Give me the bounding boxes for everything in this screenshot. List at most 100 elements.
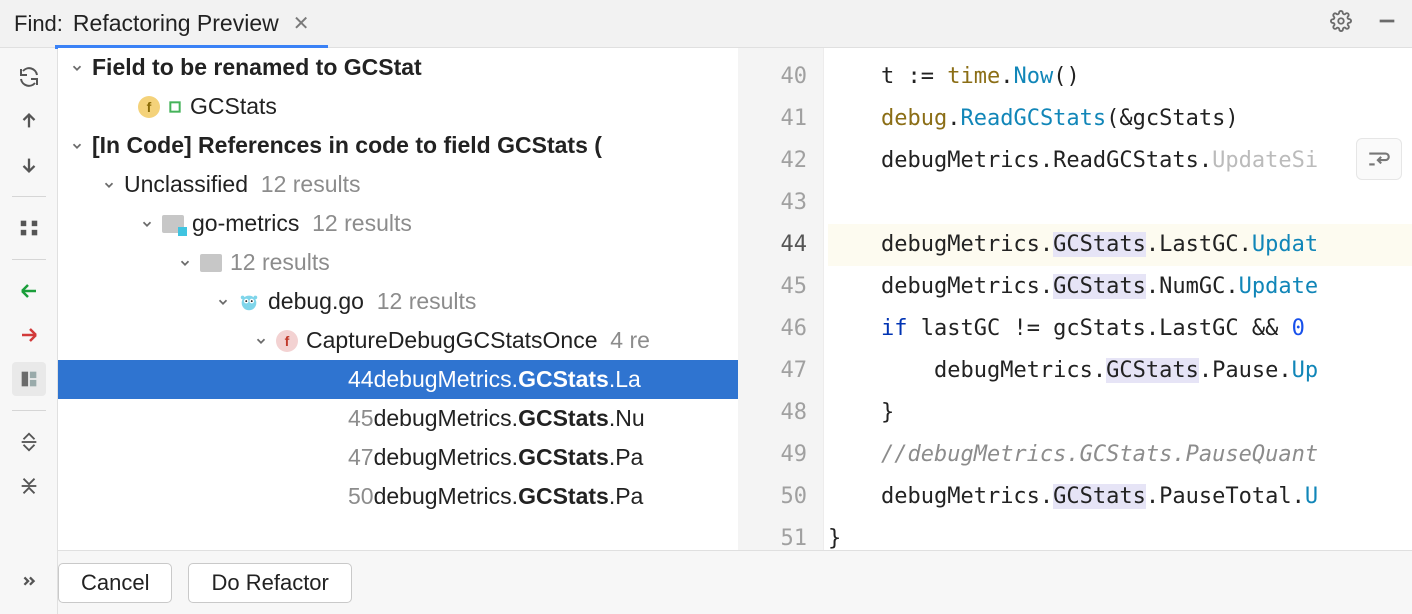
usage-grouping-icon[interactable] [12,211,46,245]
chevron-down-icon[interactable] [68,137,86,155]
result-count: 12 results [377,288,477,315]
chevron-down-icon[interactable] [68,59,86,77]
line-number: 46 [738,308,823,350]
usage-suffix: .Pa [609,483,644,510]
func-name: CaptureDebugGCStatsOnce [306,327,598,354]
module-icon [162,215,184,233]
gutter: 404142434445464748495051 [738,48,824,550]
line-number: 44 [738,224,823,266]
module-name: go-metrics [192,210,299,237]
file-name: debug.go [268,288,364,315]
do-refactor-button[interactable]: Do Refactor [188,563,351,603]
chevron-down-icon[interactable] [214,293,232,311]
line-number: 42 [738,140,823,182]
footer-bar: Cancel Do Refactor [0,550,1412,614]
soft-wrap-icon[interactable] [1356,138,1402,180]
find-label: Find: [14,11,63,37]
unclassified-label: Unclassified [124,171,248,198]
line-number: 50 [738,476,823,518]
result-count: 12 results [261,171,361,198]
code-line: if lastGC != gcStats.LastGC && 0 [828,308,1412,350]
minimize-icon[interactable] [1376,10,1398,38]
chevron-down-icon[interactable] [138,215,156,233]
code-line: //debugMetrics.GCStats.PauseQuant [828,434,1412,476]
tab-title: Refactoring Preview [73,10,279,37]
top-bar: Find: Refactoring Preview ✕ [0,0,1412,48]
preview-icon[interactable] [12,362,46,396]
usage-row[interactable]: 44 debugMetrics.GCStats.La [58,360,738,399]
usage-line-number: 44 [348,366,374,393]
usage-match: GCStats [518,405,609,432]
line-number: 48 [738,392,823,434]
tool-rail [0,48,58,550]
chevron-down-icon[interactable] [176,254,194,272]
chevron-down-icon[interactable] [252,332,270,350]
code-line: debugMetrics.ReadGCStats.UpdateSi [828,140,1412,182]
tree-module[interactable]: go-metrics 12 results [58,204,738,243]
line-number: 45 [738,266,823,308]
code-preview: 404142434445464748495051 t := time.Now()… [738,48,1412,550]
exclude-icon[interactable] [12,318,46,352]
code-line: debugMetrics.GCStats.PauseTotal.U [828,476,1412,518]
prev-icon[interactable] [12,104,46,138]
line-number: 49 [738,434,823,476]
root-label-pre: Field to be renamed to [92,54,344,80]
tree-field[interactable]: f GCStats [58,87,738,126]
code-line: debugMetrics.GCStats.LastGC.Updat [828,224,1412,266]
go-file-icon [238,291,260,313]
more-icon[interactable] [0,550,58,614]
include-icon[interactable] [12,274,46,308]
line-number: 41 [738,98,823,140]
coderefs-label: [In Code] References in code to field GC… [92,132,602,159]
code-line: debugMetrics.GCStats.Pause.Up [828,350,1412,392]
line-number: 51 [738,518,823,550]
field-icon: f [138,96,160,118]
usage-suffix: .La [609,366,641,393]
tree-field-name: GCStats [190,93,277,120]
code-line: } [828,518,1412,550]
rerun-icon[interactable] [12,60,46,94]
tree-pane: Field to be renamed to GCStat f GCStats … [58,48,738,550]
next-icon[interactable] [12,148,46,182]
gear-icon[interactable] [1330,10,1352,38]
usage-prefix: debugMetrics. [374,483,518,510]
usage-row[interactable]: 45 debugMetrics.GCStats.Nu [58,399,738,438]
code-line [828,182,1412,224]
tree-func[interactable]: f CaptureDebugGCStatsOnce 4 re [58,321,738,360]
tree-unclassified[interactable]: Unclassified 12 results [58,165,738,204]
code-line: debug.ReadGCStats(&gcStats) [828,98,1412,140]
usage-match: GCStats [518,483,609,510]
expand-all-icon[interactable] [12,425,46,459]
usage-row[interactable]: 50 debugMetrics.GCStats.Pa [58,477,738,516]
usage-match: GCStats [518,366,609,393]
collapse-all-icon[interactable] [12,469,46,503]
result-count: 4 re [610,327,650,354]
close-icon[interactable]: ✕ [293,11,310,36]
usage-row[interactable]: 47 debugMetrics.GCStats.Pa [58,438,738,477]
usage-match: GCStats [518,444,609,471]
folder-icon [200,254,222,272]
usage-line-number: 50 [348,483,374,510]
line-number: 43 [738,182,823,224]
line-number: 47 [738,350,823,392]
target-icon [166,98,184,116]
code-line: } [828,392,1412,434]
usage-prefix: debugMetrics. [374,405,518,432]
tree-coderefs[interactable]: [In Code] References in code to field GC… [58,126,738,165]
result-count: 12 results [312,210,412,237]
code-line: t := time.Now() [828,56,1412,98]
code: t := time.Now() debug.ReadGCStats(&gcSta… [824,48,1412,550]
result-count: 12 results [230,249,330,276]
code-line: debugMetrics.GCStats.NumGC.Update [828,266,1412,308]
usage-prefix: debugMetrics. [374,444,518,471]
tree-file[interactable]: debug.go 12 results [58,282,738,321]
usage-line-number: 47 [348,444,374,471]
tab-refactoring-preview[interactable]: Refactoring Preview ✕ [63,0,320,48]
tree-root[interactable]: Field to be renamed to GCStat [58,48,738,87]
line-number: 40 [738,56,823,98]
usage-suffix: .Nu [609,405,645,432]
tree-dir[interactable]: 12 results [58,243,738,282]
cancel-button[interactable]: Cancel [58,563,172,603]
function-icon: f [276,330,298,352]
chevron-down-icon[interactable] [100,176,118,194]
